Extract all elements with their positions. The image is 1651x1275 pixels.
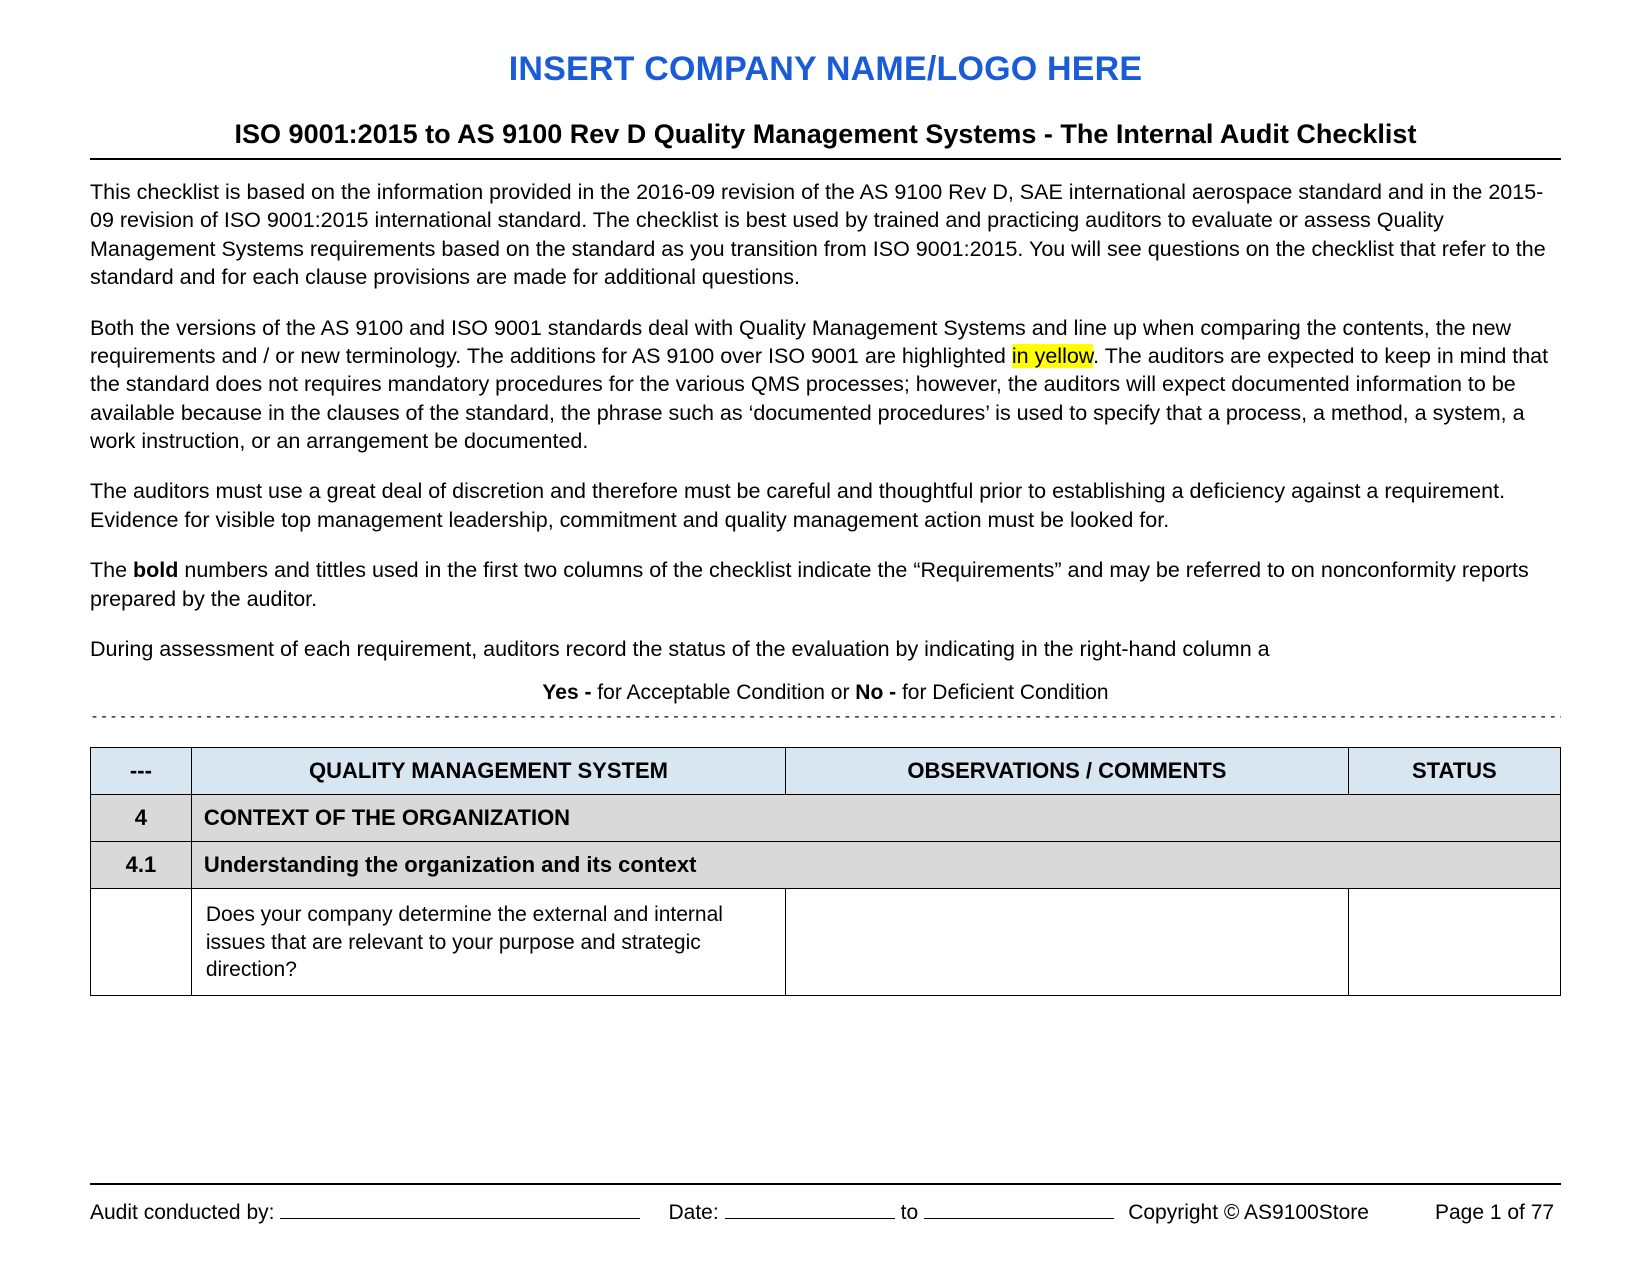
intro-paragraph-5: During assessment of each requirement, a… (90, 635, 1561, 663)
section-title: CONTEXT OF THE ORGANIZATION (191, 795, 1560, 842)
question-number-cell (91, 889, 192, 996)
audit-by-blank[interactable] (280, 1218, 640, 1219)
table-row: 4.1 Understanding the organization and i… (91, 842, 1561, 889)
question-text-cell: Does your company determine the external… (191, 889, 785, 996)
to-label: to (901, 1201, 919, 1225)
header-col-status: STATUS (1348, 748, 1560, 795)
section-number: 4 (91, 795, 192, 842)
legend-yes: Yes - (542, 681, 591, 704)
intro-paragraph-2: Both the versions of the AS 9100 and ISO… (90, 314, 1561, 456)
footer-row: Audit conducted by: Date: to Copyright ©… (90, 1201, 1561, 1225)
intro-p4-part-a: The (90, 558, 133, 582)
date-label: Date: (668, 1201, 718, 1225)
legend-yes-text: for Acceptable Condition or (591, 681, 855, 704)
intro-paragraph-3: The auditors must use a great deal of di… (90, 477, 1561, 534)
footer-divider (90, 1183, 1561, 1185)
section-number: 4.1 (91, 842, 192, 889)
audit-by-label: Audit conducted by: (90, 1201, 274, 1225)
intro-paragraph-1: This checklist is based on the informati… (90, 178, 1561, 292)
document-title: ISO 9001:2015 to AS 9100 Rev D Quality M… (90, 119, 1561, 150)
legend-no: No - (855, 681, 896, 704)
yellow-highlight: in yellow (1012, 344, 1093, 368)
page-footer: Audit conducted by: Date: to Copyright ©… (90, 1183, 1561, 1225)
observation-cell[interactable] (786, 889, 1349, 996)
section-title: Understanding the organization and its c… (191, 842, 1560, 889)
copyright-text: Copyright © AS9100Store (1128, 1201, 1369, 1225)
header-col-observations: OBSERVATIONS / COMMENTS (786, 748, 1349, 795)
header-col-qms: QUALITY MANAGEMENT SYSTEM (191, 748, 785, 795)
company-name-placeholder: INSERT COMPANY NAME/LOGO HERE (90, 50, 1561, 89)
header-col-number: --- (91, 748, 192, 795)
title-divider (90, 158, 1561, 160)
intro-p4-part-b: numbers and tittles used in the first tw… (90, 558, 1529, 610)
table-row: 4 CONTEXT OF THE ORGANIZATION (91, 795, 1561, 842)
status-legend: Yes - for Acceptable Condition or No - f… (90, 681, 1561, 705)
intro-paragraph-4: The bold numbers and tittles used in the… (90, 556, 1561, 613)
bold-word: bold (133, 558, 178, 582)
page-number: Page 1 of 77 (1435, 1201, 1554, 1225)
date-from-blank[interactable] (725, 1218, 895, 1219)
legend-no-text: for Deficient Condition (896, 681, 1108, 704)
table-row: Does your company determine the external… (91, 889, 1561, 996)
table-header-row: --- QUALITY MANAGEMENT SYSTEM OBSERVATIO… (91, 748, 1561, 795)
dashed-divider: ----------------------------------------… (90, 707, 1561, 725)
document-page: INSERT COMPANY NAME/LOGO HERE ISO 9001:2… (0, 0, 1651, 1275)
date-to-blank[interactable] (924, 1218, 1114, 1219)
status-cell[interactable] (1348, 889, 1560, 996)
checklist-table: --- QUALITY MANAGEMENT SYSTEM OBSERVATIO… (90, 747, 1561, 996)
intro-section: This checklist is based on the informati… (90, 178, 1561, 663)
